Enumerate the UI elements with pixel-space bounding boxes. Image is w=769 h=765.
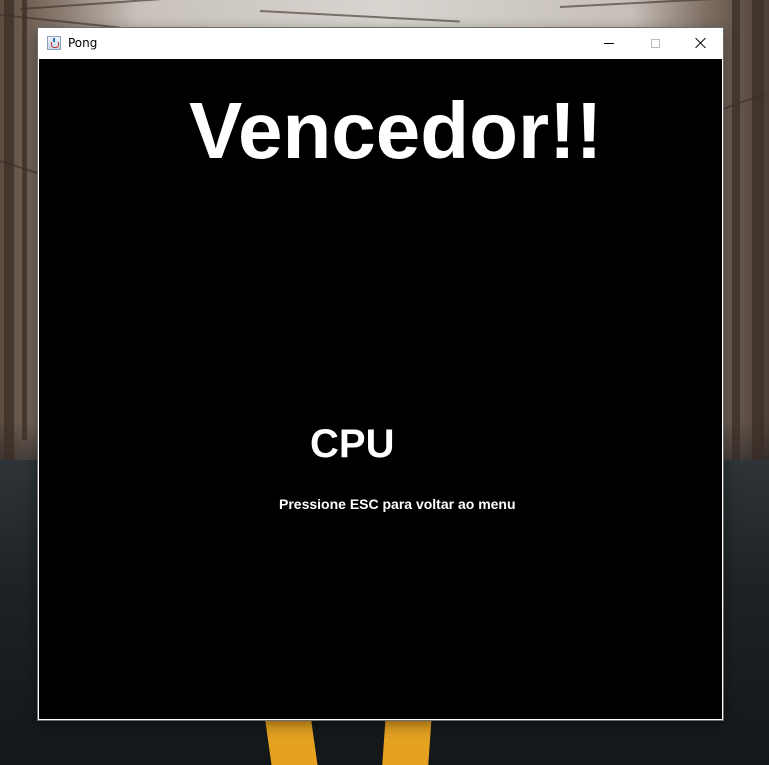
- minimize-button[interactable]: [586, 28, 632, 58]
- tree-trunk: [732, 0, 740, 460]
- desktop-background: Pong Vencedor!! CPU Pressione ESC para v…: [0, 0, 769, 765]
- winner-name: CPU: [310, 422, 395, 466]
- minimize-icon: [604, 42, 614, 44]
- maximize-button[interactable]: [632, 28, 678, 58]
- java-app-icon[interactable]: [47, 36, 61, 50]
- tree-branch: [19, 0, 160, 10]
- tree-trunk: [752, 0, 764, 470]
- tree-trunk: [4, 0, 14, 470]
- winner-heading: Vencedor!!: [189, 86, 603, 175]
- tree-branch: [0, 14, 120, 29]
- esc-hint-text: Pressione ESC para voltar ao menu: [279, 496, 516, 512]
- close-button[interactable]: [678, 28, 724, 58]
- pong-window: Pong Vencedor!! CPU Pressione ESC para v…: [38, 28, 723, 720]
- game-canvas[interactable]: Vencedor!! CPU Pressione ESC para voltar…: [39, 59, 722, 719]
- window-title: Pong: [68, 36, 98, 50]
- tree-branch: [259, 10, 460, 23]
- close-icon: [695, 37, 707, 49]
- tree-trunk: [22, 0, 27, 440]
- maximize-icon: [650, 38, 660, 48]
- cup-glyph: [51, 42, 59, 48]
- title-bar[interactable]: Pong: [38, 28, 723, 59]
- road-line-left: [264, 715, 318, 765]
- road-line-right: [382, 715, 432, 765]
